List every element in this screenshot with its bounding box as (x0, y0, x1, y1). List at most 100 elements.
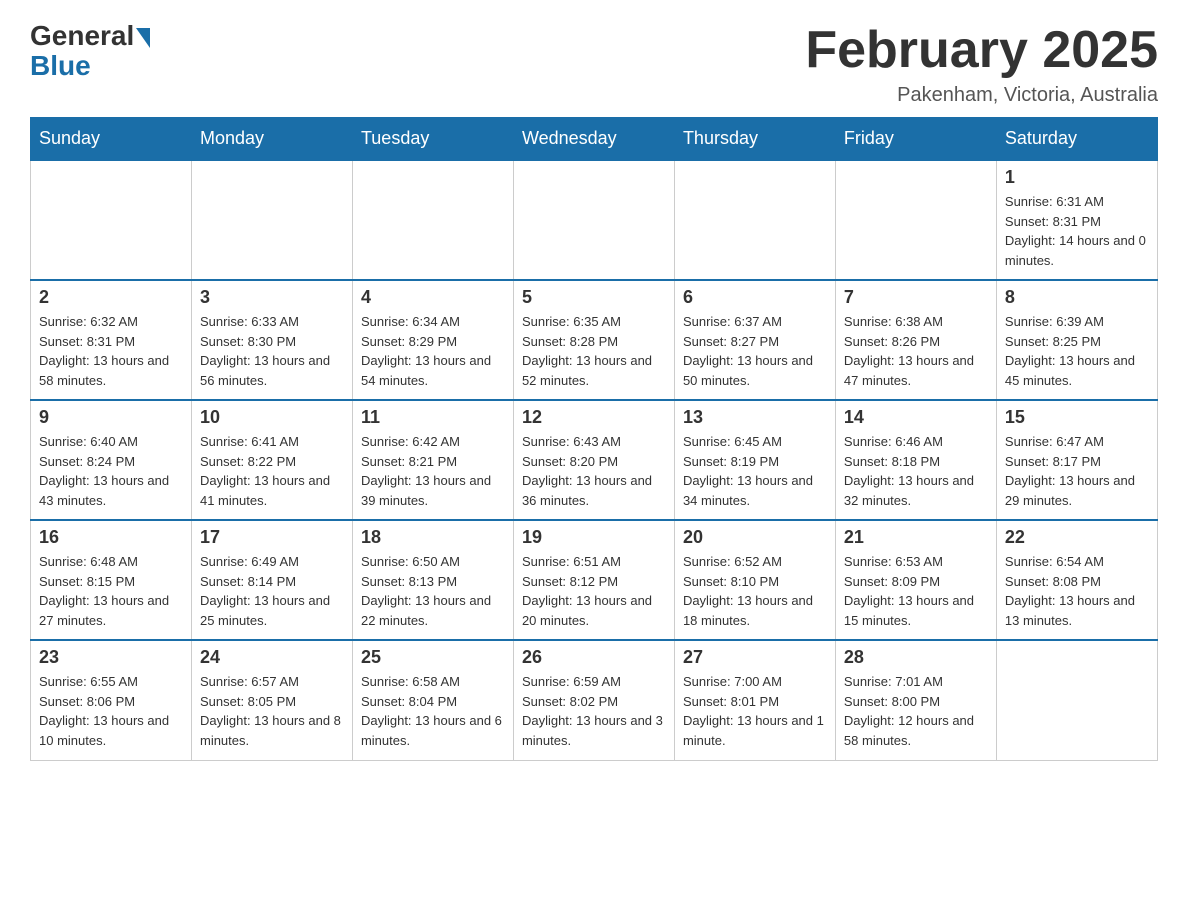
calendar-cell: 3 Sunrise: 6:33 AM Sunset: 8:30 PM Daylig… (191, 280, 352, 400)
day-info: Sunrise: 6:38 AM Sunset: 8:26 PM Dayligh… (844, 312, 988, 390)
day-info: Sunrise: 6:35 AM Sunset: 8:28 PM Dayligh… (522, 312, 666, 390)
calendar-cell: 20 Sunrise: 6:52 AM Sunset: 8:10 PM Dayli… (674, 520, 835, 640)
day-info: Sunrise: 6:37 AM Sunset: 8:27 PM Dayligh… (683, 312, 827, 390)
day-info: Sunrise: 6:55 AM Sunset: 8:06 PM Dayligh… (39, 672, 183, 750)
calendar-cell: 11Sunrise: 6:42 AM Sunset: 8:21 PM Dayli… (352, 400, 513, 520)
day-number: 1 (1005, 167, 1149, 188)
day-info: Sunrise: 6:45 AM Sunset: 8:19 PM Dayligh… (683, 432, 827, 510)
day-number: 11 (361, 407, 505, 428)
day-number: 8 (1005, 287, 1149, 308)
day-number: 22 (1005, 527, 1149, 548)
day-number: 16 (39, 527, 183, 548)
calendar-week-row: 16 Sunrise: 6:48 AM Sunset: 8:15 PM Dayli… (31, 520, 1158, 640)
day-number: 23 (39, 647, 183, 668)
calendar-cell: 14 Sunrise: 6:46 AM Sunset: 8:18 PM Dayli… (835, 400, 996, 520)
calendar-cell: 24Sunrise: 6:57 AM Sunset: 8:05 PM Dayli… (191, 640, 352, 760)
day-info: Sunrise: 6:47 AM Sunset: 8:17 PM Dayligh… (1005, 432, 1149, 510)
calendar-cell (674, 160, 835, 280)
day-info: Sunrise: 6:58 AM Sunset: 8:04 PM Dayligh… (361, 672, 505, 750)
logo-top: General (30, 20, 150, 52)
day-info: Sunrise: 6:53 AM Sunset: 8:09 PM Dayligh… (844, 552, 988, 630)
day-number: 21 (844, 527, 988, 548)
calendar-cell: 26 Sunrise: 6:59 AM Sunset: 8:02 PM Dayli… (513, 640, 674, 760)
day-number: 6 (683, 287, 827, 308)
day-number: 25 (361, 647, 505, 668)
location: Pakenham, Victoria, Australia (805, 84, 1158, 107)
day-number: 19 (522, 527, 666, 548)
calendar-cell: 10 Sunrise: 6:41 AM Sunset: 8:22 PM Dayli… (191, 400, 352, 520)
calendar-cell (835, 160, 996, 280)
calendar-cell (513, 160, 674, 280)
day-info: Sunrise: 6:59 AM Sunset: 8:02 PM Dayligh… (522, 672, 666, 750)
day-info: Sunrise: 6:31 AM Sunset: 8:31 PM Dayligh… (1005, 192, 1149, 270)
header-saturday: Saturday (996, 118, 1157, 161)
calendar-cell (996, 640, 1157, 760)
calendar-cell: 12 Sunrise: 6:43 AM Sunset: 8:20 PM Dayli… (513, 400, 674, 520)
day-number: 14 (844, 407, 988, 428)
day-number: 10 (200, 407, 344, 428)
day-info: Sunrise: 6:54 AM Sunset: 8:08 PM Dayligh… (1005, 552, 1149, 630)
calendar-cell: 4 Sunrise: 6:34 AM Sunset: 8:29 PM Daylig… (352, 280, 513, 400)
logo-blue-text: Blue (30, 50, 91, 82)
calendar-cell: 18 Sunrise: 6:50 AM Sunset: 8:13 PM Dayli… (352, 520, 513, 640)
calendar-cell: 15Sunrise: 6:47 AM Sunset: 8:17 PM Dayli… (996, 400, 1157, 520)
calendar-cell: 28Sunrise: 7:01 AM Sunset: 8:00 PM Dayli… (835, 640, 996, 760)
calendar-cell: 23 Sunrise: 6:55 AM Sunset: 8:06 PM Dayli… (31, 640, 192, 760)
day-number: 26 (522, 647, 666, 668)
day-info: Sunrise: 7:01 AM Sunset: 8:00 PM Dayligh… (844, 672, 988, 750)
day-number: 3 (200, 287, 344, 308)
day-info: Sunrise: 6:51 AM Sunset: 8:12 PM Dayligh… (522, 552, 666, 630)
calendar-cell: 16 Sunrise: 6:48 AM Sunset: 8:15 PM Dayli… (31, 520, 192, 640)
day-info: Sunrise: 6:41 AM Sunset: 8:22 PM Dayligh… (200, 432, 344, 510)
calendar-cell: 6 Sunrise: 6:37 AM Sunset: 8:27 PM Daylig… (674, 280, 835, 400)
title-section: February 2025 Pakenham, Victoria, Austra… (805, 20, 1158, 107)
calendar-week-row: 9Sunrise: 6:40 AM Sunset: 8:24 PM Daylig… (31, 400, 1158, 520)
day-info: Sunrise: 6:48 AM Sunset: 8:15 PM Dayligh… (39, 552, 183, 630)
calendar-cell: 27Sunrise: 7:00 AM Sunset: 8:01 PM Dayli… (674, 640, 835, 760)
calendar-week-row: 2 Sunrise: 6:32 AM Sunset: 8:31 PM Daylig… (31, 280, 1158, 400)
day-number: 17 (200, 527, 344, 548)
calendar-cell: 21 Sunrise: 6:53 AM Sunset: 8:09 PM Dayli… (835, 520, 996, 640)
day-number: 4 (361, 287, 505, 308)
calendar-table: SundayMondayTuesdayWednesdayThursdayFrid… (30, 117, 1158, 761)
header-friday: Friday (835, 118, 996, 161)
day-info: Sunrise: 6:39 AM Sunset: 8:25 PM Dayligh… (1005, 312, 1149, 390)
page-header: General Blue February 2025 Pakenham, Vic… (30, 20, 1158, 107)
day-number: 18 (361, 527, 505, 548)
header-tuesday: Tuesday (352, 118, 513, 161)
calendar-cell (191, 160, 352, 280)
day-number: 7 (844, 287, 988, 308)
calendar-cell: 22 Sunrise: 6:54 AM Sunset: 8:08 PM Dayli… (996, 520, 1157, 640)
day-info: Sunrise: 6:52 AM Sunset: 8:10 PM Dayligh… (683, 552, 827, 630)
day-info: Sunrise: 6:34 AM Sunset: 8:29 PM Dayligh… (361, 312, 505, 390)
day-info: Sunrise: 6:46 AM Sunset: 8:18 PM Dayligh… (844, 432, 988, 510)
calendar-cell: 8 Sunrise: 6:39 AM Sunset: 8:25 PM Daylig… (996, 280, 1157, 400)
day-info: Sunrise: 6:43 AM Sunset: 8:20 PM Dayligh… (522, 432, 666, 510)
day-info: Sunrise: 6:50 AM Sunset: 8:13 PM Dayligh… (361, 552, 505, 630)
logo-general-text: General (30, 20, 134, 52)
calendar-cell: 13 Sunrise: 6:45 AM Sunset: 8:19 PM Dayli… (674, 400, 835, 520)
day-number: 13 (683, 407, 827, 428)
day-number: 2 (39, 287, 183, 308)
day-number: 12 (522, 407, 666, 428)
day-info: Sunrise: 6:57 AM Sunset: 8:05 PM Dayligh… (200, 672, 344, 750)
calendar-cell: 19 Sunrise: 6:51 AM Sunset: 8:12 PM Dayli… (513, 520, 674, 640)
calendar-cell (352, 160, 513, 280)
header-monday: Monday (191, 118, 352, 161)
logo-arrow-icon (136, 28, 150, 48)
header-thursday: Thursday (674, 118, 835, 161)
day-number: 5 (522, 287, 666, 308)
calendar-header-row: SundayMondayTuesdayWednesdayThursdayFrid… (31, 118, 1158, 161)
calendar-week-row: 23 Sunrise: 6:55 AM Sunset: 8:06 PM Dayli… (31, 640, 1158, 760)
day-number: 9 (39, 407, 183, 428)
calendar-cell: 1 Sunrise: 6:31 AM Sunset: 8:31 PM Daylig… (996, 160, 1157, 280)
day-number: 27 (683, 647, 827, 668)
calendar-cell: 5 Sunrise: 6:35 AM Sunset: 8:28 PM Daylig… (513, 280, 674, 400)
calendar-cell: 9Sunrise: 6:40 AM Sunset: 8:24 PM Daylig… (31, 400, 192, 520)
calendar-cell (31, 160, 192, 280)
day-info: Sunrise: 6:33 AM Sunset: 8:30 PM Dayligh… (200, 312, 344, 390)
day-info: Sunrise: 6:32 AM Sunset: 8:31 PM Dayligh… (39, 312, 183, 390)
calendar-cell: 7 Sunrise: 6:38 AM Sunset: 8:26 PM Daylig… (835, 280, 996, 400)
calendar-week-row: 1 Sunrise: 6:31 AM Sunset: 8:31 PM Daylig… (31, 160, 1158, 280)
day-number: 20 (683, 527, 827, 548)
